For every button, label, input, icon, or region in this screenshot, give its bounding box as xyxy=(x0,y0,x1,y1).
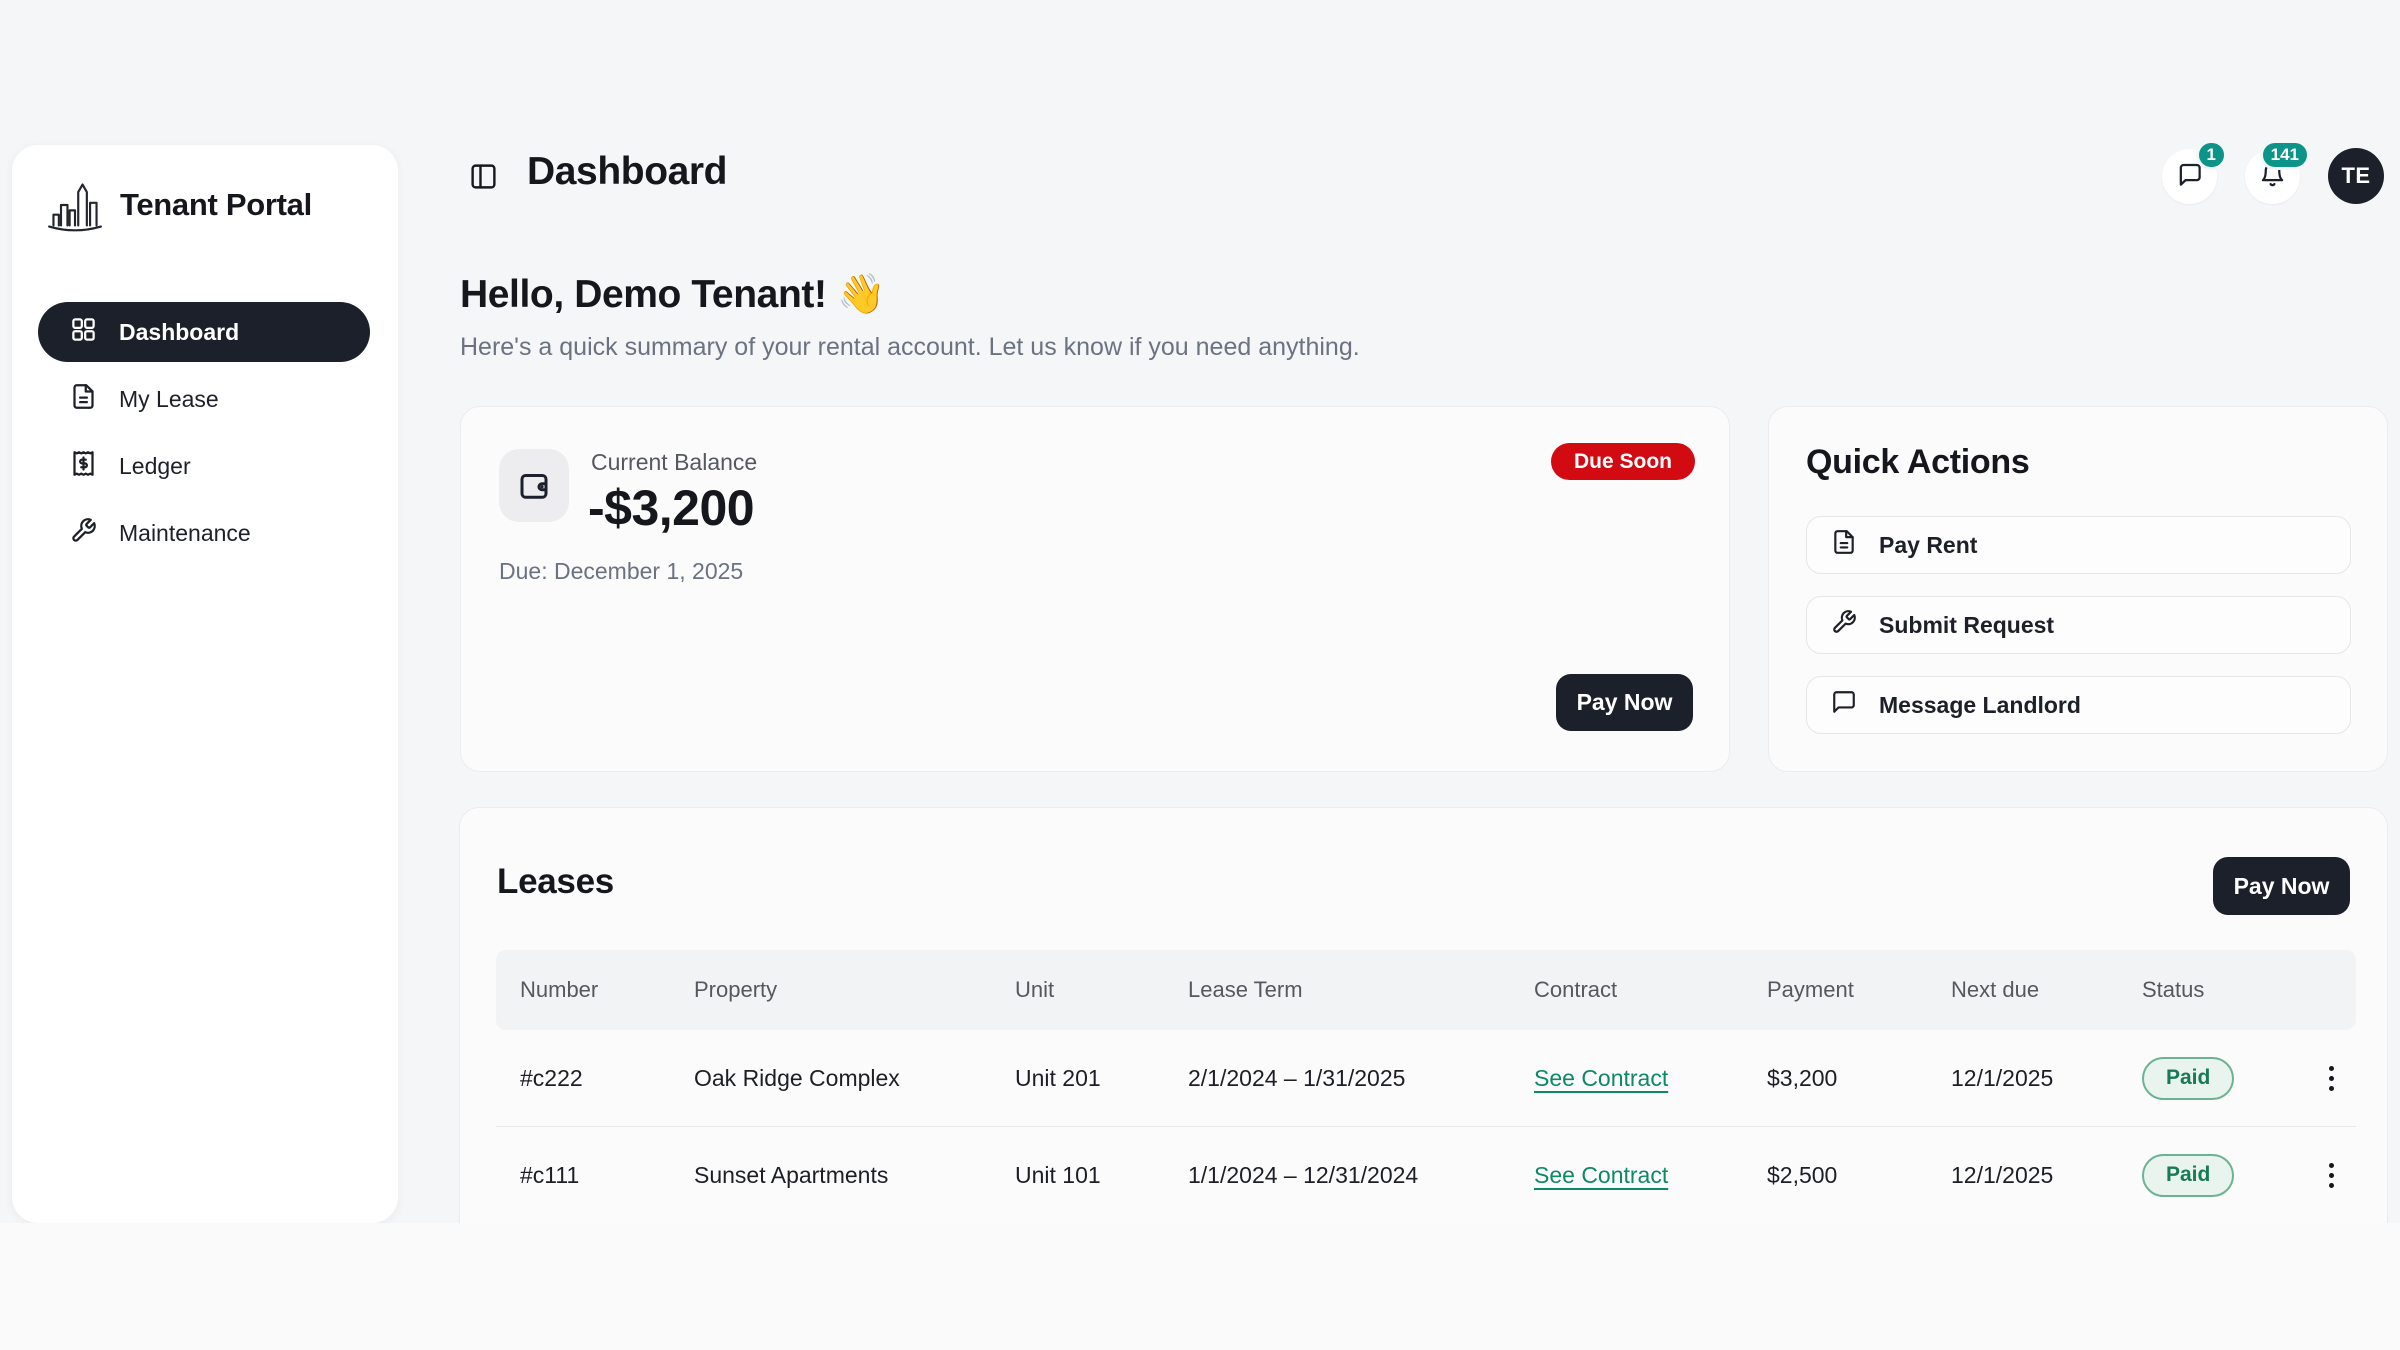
wrench-icon xyxy=(70,517,97,550)
sidebar-item-label: Ledger xyxy=(119,453,191,480)
messages-count-badge: 1 xyxy=(2196,140,2227,170)
sidebar-toggle-button[interactable] xyxy=(466,161,500,195)
col-lease-term: Lease Term xyxy=(1164,977,1510,1003)
pay-rent-button[interactable]: Pay Rent xyxy=(1806,516,2351,574)
due-date-text: Due: December 1, 2025 xyxy=(499,558,743,585)
panel-left-icon xyxy=(469,162,498,194)
quick-actions-card: Quick Actions Pay Rent Submit Request Me… xyxy=(1768,406,2388,772)
lease-term: 1/1/2024 – 12/31/2024 xyxy=(1164,1162,1510,1189)
leases-title: Leases xyxy=(497,862,614,902)
col-property: Property xyxy=(670,977,991,1003)
file-text-icon xyxy=(70,383,97,416)
lease-unit: Unit 101 xyxy=(991,1162,1164,1189)
brand: Tenant Portal xyxy=(44,175,312,235)
sidebar-item-label: My Lease xyxy=(119,386,219,413)
due-soon-badge: Due Soon xyxy=(1551,443,1695,480)
row-actions-button[interactable] xyxy=(2309,1056,2353,1100)
col-status: Status xyxy=(2118,977,2299,1003)
file-text-icon xyxy=(1831,529,1857,561)
app-viewport: Tenant Portal Dashboard My Lease Ledger xyxy=(0,0,2400,1223)
lease-next-due: 12/1/2025 xyxy=(1927,1065,2118,1092)
lease-payment: $2,500 xyxy=(1743,1162,1927,1189)
notifications-button[interactable]: 141 xyxy=(2245,149,2300,204)
buildings-logo-icon xyxy=(44,177,106,233)
dashboard-icon xyxy=(70,316,97,349)
greeting-title: Hello, Demo Tenant! 👋 xyxy=(460,271,1360,317)
action-label: Pay Rent xyxy=(1879,532,1977,559)
submit-request-button[interactable]: Submit Request xyxy=(1806,596,2351,654)
table-row: #c222 Oak Ridge Complex Unit 201 2/1/202… xyxy=(496,1030,2356,1127)
see-contract-link[interactable]: See Contract xyxy=(1534,1065,1668,1091)
status-badge: Paid xyxy=(2142,1154,2234,1197)
sidebar-item-my-lease[interactable]: My Lease xyxy=(38,369,370,429)
wallet-icon xyxy=(499,449,569,522)
pay-now-button[interactable]: Pay Now xyxy=(1556,674,1693,731)
brand-name: Tenant Portal xyxy=(120,187,312,223)
row-actions-button[interactable] xyxy=(2309,1153,2353,1197)
sidebar-item-dashboard[interactable]: Dashboard xyxy=(38,302,370,362)
sidebar-item-ledger[interactable]: Ledger xyxy=(38,436,370,496)
top-actions: 1 141 TE xyxy=(2162,148,2384,204)
lease-number: #c222 xyxy=(496,1065,670,1092)
leases-pay-now-button[interactable]: Pay Now xyxy=(2213,857,2350,915)
messages-button[interactable]: 1 xyxy=(2162,149,2217,204)
sidebar-nav: Dashboard My Lease Ledger Maintenance xyxy=(38,302,370,563)
lease-term: 2/1/2024 – 1/31/2025 xyxy=(1164,1065,1510,1092)
receipt-icon xyxy=(70,450,97,483)
message-landlord-button[interactable]: Message Landlord xyxy=(1806,676,2351,734)
lease-property: Sunset Apartments xyxy=(670,1162,991,1189)
quick-actions-title: Quick Actions xyxy=(1806,443,2029,482)
balance-label: Current Balance xyxy=(591,449,757,476)
lease-payment: $3,200 xyxy=(1743,1065,1927,1092)
chat-bubble-icon xyxy=(2176,161,2203,191)
balance-amount: -$3,200 xyxy=(588,479,754,537)
col-next-due: Next due xyxy=(1927,977,2118,1003)
leases-card: Leases Pay Now Number Property Unit Leas… xyxy=(459,807,2388,1223)
table-row: #c111 Sunset Apartments Unit 101 1/1/202… xyxy=(496,1127,2356,1223)
notifications-count-badge: 141 xyxy=(2260,140,2310,170)
lease-property: Oak Ridge Complex xyxy=(670,1065,991,1092)
lease-unit: Unit 201 xyxy=(991,1065,1164,1092)
col-number: Number xyxy=(496,977,670,1003)
greeting-subtitle: Here's a quick summary of your rental ac… xyxy=(460,333,1360,362)
col-contract: Contract xyxy=(1510,977,1743,1003)
sidebar-item-label: Dashboard xyxy=(119,319,239,346)
greeting: Hello, Demo Tenant! 👋 Here's a quick sum… xyxy=(460,271,1360,362)
wrench-icon xyxy=(1831,609,1857,641)
sidebar-item-label: Maintenance xyxy=(119,520,251,547)
sidebar-item-maintenance[interactable]: Maintenance xyxy=(38,503,370,563)
sidebar: Tenant Portal Dashboard My Lease Ledger xyxy=(12,145,398,1223)
lease-next-due: 12/1/2025 xyxy=(1927,1162,2118,1189)
see-contract-link[interactable]: See Contract xyxy=(1534,1162,1668,1188)
balance-card: Current Balance -$3,200 Due Soon Due: De… xyxy=(460,406,1730,772)
lease-number: #c111 xyxy=(496,1162,670,1189)
col-payment: Payment xyxy=(1743,977,1927,1003)
page-title: Dashboard xyxy=(527,150,727,194)
table-header-row: Number Property Unit Lease Term Contract… xyxy=(496,950,2356,1030)
message-icon xyxy=(1831,689,1857,721)
leases-table: Number Property Unit Lease Term Contract… xyxy=(496,950,2356,1223)
status-badge: Paid xyxy=(2142,1057,2234,1100)
action-label: Submit Request xyxy=(1879,612,2054,639)
avatar[interactable]: TE xyxy=(2328,148,2384,204)
col-unit: Unit xyxy=(991,977,1164,1003)
quick-actions-list: Pay Rent Submit Request Message Landlord xyxy=(1806,516,2351,734)
action-label: Message Landlord xyxy=(1879,692,2081,719)
